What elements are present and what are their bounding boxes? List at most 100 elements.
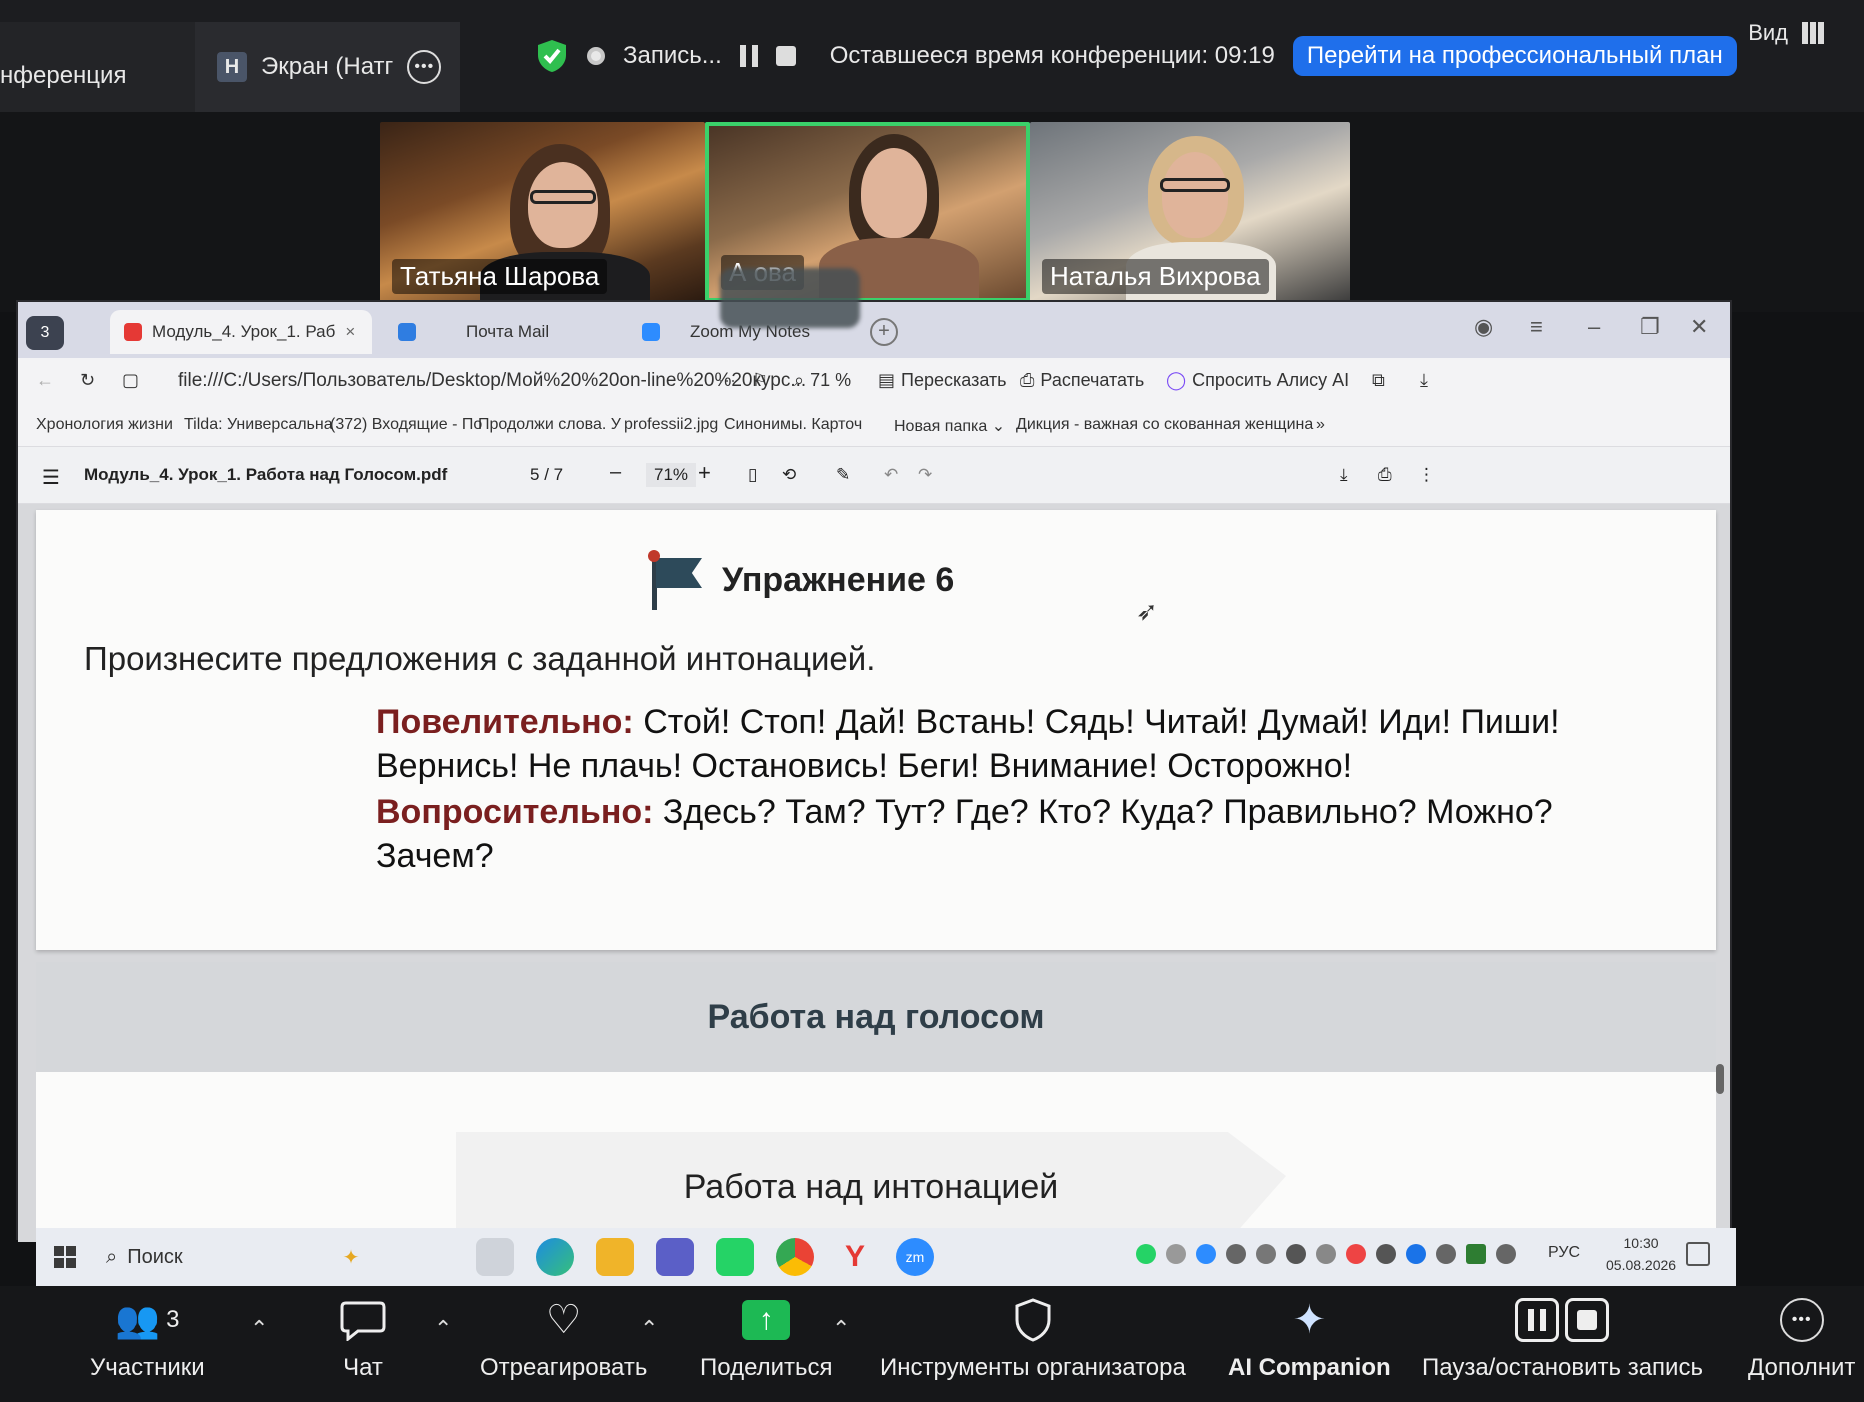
- bookmark-item[interactable]: Хронология жизни: [36, 416, 173, 434]
- more-vertical-icon[interactable]: ⋮: [1418, 465, 1435, 485]
- reload-icon[interactable]: ↻: [80, 370, 95, 391]
- notifications-icon[interactable]: ≡: [1530, 314, 1543, 340]
- notifications-icon[interactable]: [1686, 1242, 1710, 1266]
- pdf-viewer[interactable]: Упражнение 6 Произнесите предложения с з…: [18, 504, 1730, 1242]
- ask-alice-button[interactable]: ◯ Спросить Алису AI: [1166, 370, 1349, 391]
- windows-start-icon[interactable]: [54, 1246, 76, 1268]
- zoom-out-button[interactable]: –: [610, 461, 621, 484]
- bookmark-icon[interactable]: ⚐: [752, 370, 768, 391]
- page-indicator[interactable]: 5 / 7: [530, 465, 563, 485]
- screen-share-tab[interactable]: Н Экран (Натг •••: [195, 22, 460, 112]
- participant-tile[interactable]: Татьяна Шарова: [380, 122, 705, 302]
- language-indicator[interactable]: РУС: [1548, 1244, 1580, 1262]
- back-icon[interactable]: ←: [36, 370, 54, 391]
- tray-icon[interactable]: [1256, 1244, 1276, 1264]
- stop-recording-icon[interactable]: [775, 46, 796, 66]
- bookmark-item[interactable]: скованная женщина: [1164, 416, 1313, 434]
- tray-icon[interactable]: [1346, 1244, 1366, 1264]
- tab-pdf[interactable]: Модуль_4. Урок_1. Раб ×: [110, 310, 372, 354]
- rotate-icon[interactable]: ⟲: [782, 465, 796, 485]
- scrollbar[interactable]: [1716, 1064, 1724, 1094]
- battery-icon[interactable]: [1286, 1244, 1306, 1264]
- collections-icon[interactable]: ⧉: [1372, 370, 1385, 391]
- pause-icon[interactable]: [1515, 1298, 1560, 1342]
- bookmark-folder[interactable]: Новая папка ⌄: [894, 416, 1005, 436]
- upgrade-button[interactable]: Перейти на профессиональный план: [1292, 36, 1737, 76]
- view-button[interactable]: Вид: [1748, 20, 1824, 46]
- fit-page-icon[interactable]: ▯: [748, 465, 757, 485]
- url-field[interactable]: file:///C:/Users/Пользователь/Desktop/Мо…: [178, 370, 806, 392]
- stop-icon[interactable]: [1565, 1298, 1610, 1342]
- more-button[interactable]: ••• Дополнит: [1748, 1294, 1855, 1382]
- page-info-icon[interactable]: ▢: [122, 370, 139, 391]
- participants-button[interactable]: 👥 3 Участники: [90, 1294, 205, 1382]
- more-icon[interactable]: ···: [718, 370, 736, 391]
- redo-icon[interactable]: ↷: [918, 465, 932, 485]
- profile-icon[interactable]: ◉: [1474, 314, 1493, 340]
- chat-button[interactable]: Чат: [340, 1294, 386, 1382]
- ai-companion-button[interactable]: ✦ AI Companion: [1228, 1294, 1391, 1382]
- whatsapp-icon[interactable]: [716, 1238, 754, 1276]
- new-tab-button[interactable]: +: [870, 318, 898, 346]
- whatsapp-tray-icon[interactable]: [1136, 1244, 1156, 1264]
- bookmark-item[interactable]: Tilda: Универсальна: [184, 416, 333, 434]
- participant-face: [1162, 152, 1228, 238]
- volume-icon[interactable]: [1226, 1244, 1246, 1264]
- bluetooth-icon[interactable]: [1406, 1244, 1426, 1264]
- yandex-browser-icon[interactable]: Y: [836, 1238, 874, 1276]
- pen-icon[interactable]: [1496, 1244, 1516, 1264]
- microphone-icon[interactable]: [1376, 1244, 1396, 1264]
- participant-tile[interactable]: Наталья Вихрова: [1030, 122, 1350, 302]
- chevron-up-icon[interactable]: ⌃: [434, 1316, 452, 1342]
- teams-icon[interactable]: [656, 1238, 694, 1276]
- task-view-icon[interactable]: [476, 1238, 514, 1276]
- printer-icon[interactable]: ⎙: [1378, 465, 1392, 485]
- save-icon[interactable]: ⤓: [1340, 465, 1348, 485]
- file-explorer-icon[interactable]: [596, 1238, 634, 1276]
- network-icon[interactable]: [1436, 1244, 1456, 1264]
- retell-button[interactable]: ▤ Пересказать: [878, 370, 1007, 391]
- minimize-icon[interactable]: –: [1588, 314, 1600, 340]
- chevron-up-icon[interactable]: ⌃: [832, 1316, 850, 1342]
- zoom-level[interactable]: ⌕ 71 %: [794, 370, 851, 391]
- security-shield-icon[interactable]: [535, 38, 569, 74]
- react-button[interactable]: ♡ Отреагировать: [480, 1294, 647, 1382]
- bookmark-item[interactable]: Синонимы. Карточ: [724, 416, 862, 434]
- conference-tab[interactable]: нференция: [0, 22, 195, 112]
- pause-recording-icon[interactable]: [739, 45, 758, 67]
- page-current[interactable]: 5: [530, 465, 539, 484]
- pdf-zoom-value[interactable]: 71%: [646, 463, 697, 487]
- wifi-icon[interactable]: [1316, 1244, 1336, 1264]
- chevron-up-icon[interactable]: ⌃: [250, 1316, 268, 1342]
- more-label: Дополнит: [1748, 1354, 1856, 1381]
- zoom-tray-icon[interactable]: [1196, 1244, 1216, 1264]
- chrome-icon[interactable]: [776, 1238, 814, 1276]
- download-icon[interactable]: ⤓: [1420, 370, 1428, 391]
- print-button[interactable]: ⎙ Распечатать: [1020, 370, 1144, 391]
- host-tools-button[interactable]: Инструменты организатора: [880, 1294, 1186, 1382]
- share-button[interactable]: ↑ Поделиться: [700, 1294, 833, 1382]
- tab-mail[interactable]: Почта Mail: [384, 310, 604, 354]
- menu-icon[interactable]: ☰: [42, 465, 60, 490]
- edge-icon[interactable]: [536, 1238, 574, 1276]
- draw-icon[interactable]: ✎: [836, 465, 850, 485]
- bookmark-item[interactable]: Дикция - важная со: [1016, 416, 1160, 434]
- tab-groups-button[interactable]: 3: [26, 316, 64, 350]
- bookmark-item[interactable]: Продолжи слова. У: [478, 416, 621, 434]
- clock[interactable]: 10:30 05.08.2026: [1606, 1232, 1676, 1276]
- restore-icon[interactable]: ❐: [1640, 314, 1660, 340]
- close-window-icon[interactable]: ✕: [1690, 314, 1708, 340]
- tab-close-icon[interactable]: ×: [345, 322, 355, 342]
- bookmark-item[interactable]: (372) Входящие - По: [330, 416, 482, 434]
- bookmark-item[interactable]: professii2.jpg: [624, 416, 718, 434]
- taskbar-search[interactable]: ⌕ Поиск ✦: [106, 1240, 406, 1274]
- undo-icon[interactable]: ↶: [884, 465, 898, 485]
- tray-icon[interactable]: [1166, 1244, 1186, 1264]
- zoom-app-icon[interactable]: zm: [896, 1238, 934, 1276]
- bookmarks-overflow-icon[interactable]: »: [1316, 416, 1325, 434]
- tray-icon[interactable]: [1466, 1244, 1486, 1264]
- zoom-in-button[interactable]: +: [698, 460, 711, 486]
- chevron-up-icon[interactable]: ⌃: [640, 1316, 658, 1342]
- pause-stop-recording-button[interactable]: Пауза/остановить запись: [1422, 1294, 1703, 1382]
- more-icon[interactable]: •••: [407, 50, 442, 84]
